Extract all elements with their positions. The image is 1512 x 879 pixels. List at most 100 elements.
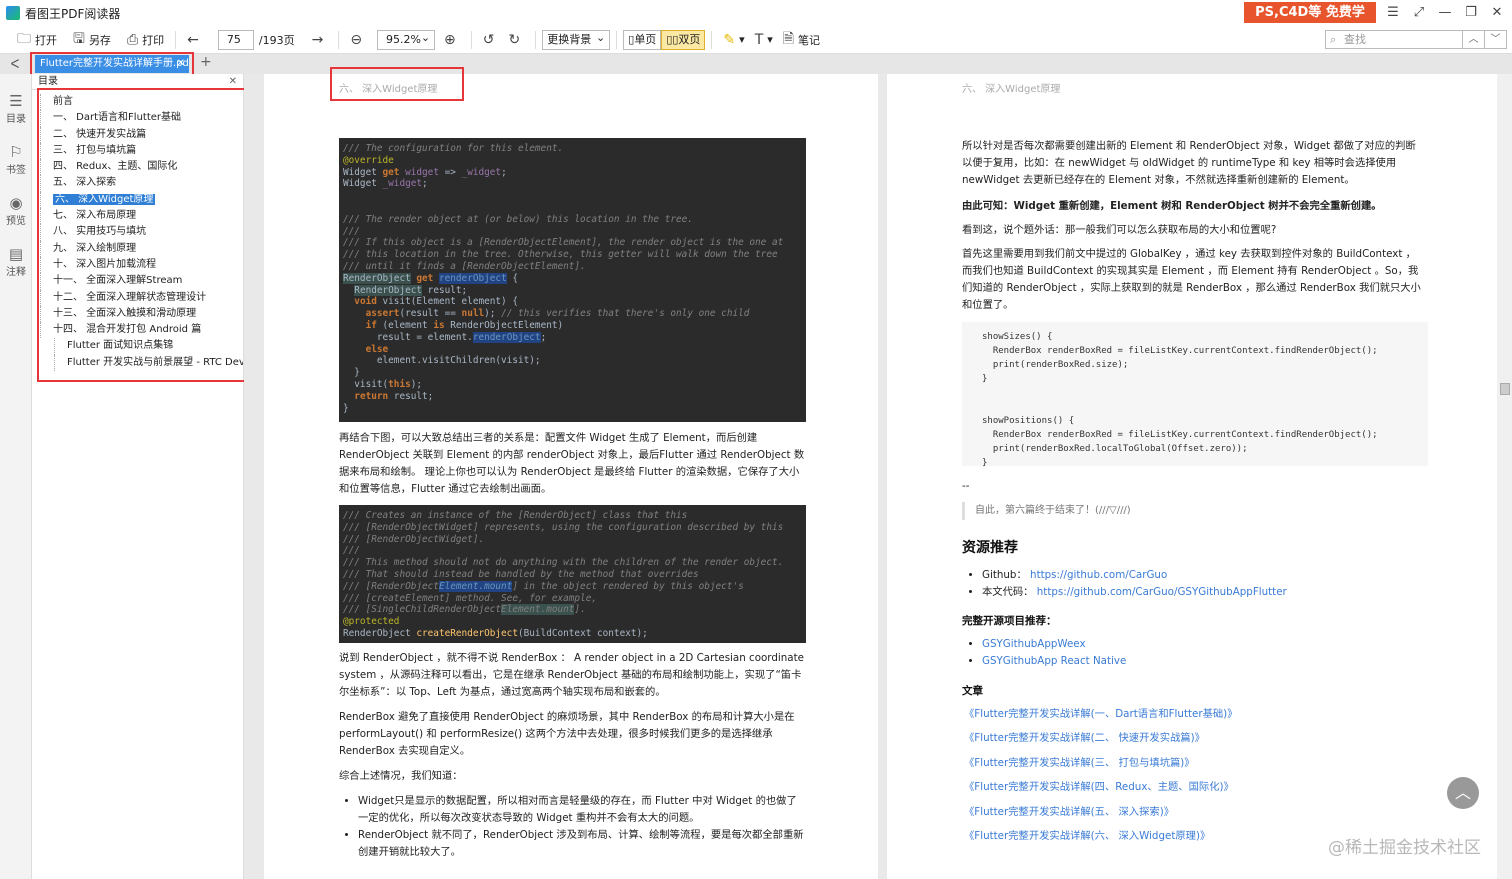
blockquote: 自此，第六篇终于结束了！(///▽///) [962, 502, 1131, 520]
zoom-select[interactable]: 95.2% [377, 29, 436, 50]
project-link[interactable]: GSYGithubApp React Native [982, 655, 1126, 667]
next-page-button[interactable]: → [307, 29, 333, 51]
bullet-list: Widget只是显示的数据配置，所以相对而言是轻量级的存在，而 Flutter … [346, 793, 804, 861]
sidebar-item-preview[interactable]: ◉ 预览 [0, 194, 32, 227]
double-page-button[interactable]: ▯▯ 双页 [661, 29, 706, 50]
sidebar-item-toc[interactable]: ☰ 目录 [0, 92, 32, 125]
toc-subitem[interactable]: Flutter 面试知识点集锦 [54, 338, 243, 355]
toc-item[interactable]: 前言 [40, 94, 243, 111]
zoom-out-button[interactable]: ⊖ [345, 29, 371, 51]
bookmark-icon: ⚐ [9, 143, 23, 161]
paragraph: 说到 RenderObject ，就不得不说 RenderBox ： A ren… [339, 652, 804, 698]
search-input[interactable]: ⌕ 查找 [1325, 30, 1463, 49]
toc-item[interactable]: 一、 Dart语言和Flutter基础 [40, 110, 243, 127]
note-icon: 🗎 [782, 30, 795, 47]
eye-icon: ◉ [9, 194, 23, 212]
minimize-icon[interactable]: — [1432, 0, 1458, 26]
code-block-show-sizes: showSizes() { RenderBox renderBoxRed = f… [962, 322, 1428, 468]
list-item: 本文代码： https://github.com/CarGuo/GSYGithu… [982, 584, 1420, 601]
resource-list: Github： https://github.com/CarGuo 本文代码： … [970, 567, 1420, 601]
toc-item[interactable]: 七、 深入布局原理 [40, 208, 243, 225]
page-number-input[interactable]: 75 [217, 29, 254, 50]
paragraph: RenderBox 避免了直接使用 RenderObject 的麻烦场景，其中 … [339, 711, 795, 757]
github-link[interactable]: https://github.com/CarGuo [1030, 569, 1167, 581]
sidebar-item-bookmarks[interactable]: ⚐ 书签 [0, 143, 32, 176]
zoom-in-button[interactable]: ⊕ [439, 29, 465, 51]
search-icon: ⌕ [1330, 33, 1337, 46]
paragraph: 再结合下图，可以大致总结出三者的关系是：配置文件 Widget 生成了 Elem… [339, 432, 805, 495]
toc-item[interactable]: 九、 深入绘制原理 [40, 240, 243, 257]
toc-icon: ☰ [9, 92, 23, 110]
collapse-sidebar-icon[interactable]: ᐸ [0, 57, 30, 71]
toc-item[interactable]: 三、 打包与填坑篇 [40, 142, 243, 160]
article-link[interactable]: 《Flutter完整开发实战详解(四、Redux、主题、国际化)》 [964, 775, 1424, 799]
scroll-to-top-icon[interactable]: ︿ [1447, 777, 1479, 809]
paragraph: 综合上述情况，我们知道： [339, 770, 463, 782]
background-select[interactable]: 更换背景 [542, 29, 611, 50]
toc-item[interactable]: 四、 Redux、主题、国际化 [40, 159, 243, 176]
toc-item[interactable]: 二、 快速开发实战篇 [40, 126, 243, 143]
save-as-button[interactable]: 🖫 另存 [68, 29, 116, 51]
paragraph: 首先这里需要用到我们前文中提过的 GlobalKey ，通过 key 去获取到控… [962, 248, 1421, 311]
toc-item[interactable]: 十、 深入图片加载流程 [40, 256, 243, 274]
close-toc-icon[interactable]: ✕ [229, 74, 237, 90]
open-button[interactable]: 🗀 打开 [12, 29, 62, 51]
toc-subitem[interactable]: Flutter 开发实战与前景展望 - RTC Dev M [54, 354, 243, 372]
scrollbar-thumb[interactable] [1500, 383, 1510, 395]
close-window-icon[interactable]: ✕ [1484, 0, 1510, 26]
maximize-icon[interactable]: ❐ [1458, 0, 1484, 26]
project-list: GSYGithubAppWeex GSYGithubApp React Nati… [970, 636, 1420, 670]
notes-button[interactable]: 🗎 笔记 [778, 29, 825, 51]
page-total: /193页 [258, 33, 295, 47]
code-block-create-render-object: /// Creates an instance of the [RenderOb… [339, 505, 806, 643]
close-tab-icon[interactable]: ✕ [177, 55, 185, 73]
arrow-right-icon: → [311, 31, 324, 48]
search-next-icon[interactable]: ﹀ [1485, 30, 1507, 49]
code-block-render-object: /// The configuration for this element. … [339, 138, 806, 422]
article-link[interactable]: 《Flutter完整开发实战详解(一、Dart语言和Flutter基础)》 [964, 702, 1424, 726]
toc-item[interactable]: 八、 实用技巧与填坑 [40, 224, 243, 241]
document-tab[interactable]: Flutter完整开发实战详解手册.pdf ✕ [35, 55, 189, 73]
tab-bar: ᐸ Flutter完整开发实战详解手册.pdf ✕ + [0, 54, 1512, 74]
vertical-scrollbar[interactable] [1497, 74, 1512, 879]
arrow-left-icon: ← [187, 31, 199, 48]
prev-page-button[interactable]: ← [182, 29, 208, 51]
chevron-down-icon: ▾ [767, 33, 773, 46]
single-page-button[interactable]: ▯ 单页 [623, 29, 662, 50]
sidebar-item-annotations[interactable]: ▤ 注释 [0, 245, 32, 278]
article-link[interactable]: 《Flutter完整开发实战详解(五、 深入探索)》 [964, 800, 1424, 824]
app-title: 看图王PDF阅读器 [25, 6, 121, 21]
window-controls: ☰ ⤢ — ❐ ✕ [1380, 0, 1510, 26]
text-tool-icon: T [754, 31, 764, 48]
toc-item[interactable]: 十三、 全面深入触摸和滑动原理 [40, 305, 243, 323]
separator-text: -- [962, 480, 970, 492]
toc-panel: 目录 ✕ 前言 一、 Dart语言和Flutter基础 二、 快速开发实战篇 三、… [32, 74, 244, 879]
text-tool-button[interactable]: T ▾ [750, 29, 778, 51]
add-tab-icon[interactable]: + [200, 54, 212, 70]
highlighter-icon: ✎ [723, 31, 736, 48]
print-button[interactable]: ⎙ 打印 [122, 29, 169, 51]
article-link[interactable]: 《Flutter完整开发实战详解(三、 打包与填坑篇)》 [964, 751, 1424, 775]
toc-item-expanded[interactable]: 十四、 混合开发打包 Android 篇 [40, 322, 243, 339]
toc-item[interactable]: 十一、 全面深入理解Stream [40, 273, 243, 290]
toc-item[interactable]: 十二、 全面深入理解状态管理设计 [40, 289, 243, 306]
rotate-ccw-icon: ↺ [482, 31, 495, 48]
list-item: GSYGithubAppWeex [982, 636, 1420, 653]
menu-icon[interactable]: ☰ [1380, 0, 1406, 26]
ad-banner[interactable]: PS,C4D等 免费学 [1244, 2, 1376, 23]
search-prev-icon[interactable]: ︿ [1463, 30, 1485, 49]
zoom-in-icon: ⊕ [444, 31, 456, 48]
article-link[interactable]: 《Flutter完整开发实战详解(二、 快速开发实战篇)》 [964, 726, 1424, 750]
toc-item[interactable]: 五、 深入探索 [40, 175, 243, 192]
project-link[interactable]: GSYGithubAppWeex [982, 638, 1086, 650]
list-item: Widget只是显示的数据配置，所以相对而言是轻量级的存在，而 Flutter … [358, 793, 804, 827]
highlight-button[interactable]: ✎ ▾ [718, 29, 749, 51]
fullscreen-icon[interactable]: ⤢ [1406, 0, 1432, 26]
chevron-down-icon: ▾ [739, 33, 745, 46]
code-link[interactable]: https://github.com/CarGuo/GSYGithubAppFl… [1037, 586, 1287, 598]
rotate-right-button[interactable]: ↻ [504, 29, 530, 51]
paragraph-bold: 由此可知：Widget 重新创建，Element 树和 RenderObject… [962, 200, 1382, 212]
heading-projects: 完整开源项目推荐： [962, 615, 1057, 627]
toc-item-selected[interactable]: 六、 深入Widget原理 [40, 191, 243, 209]
rotate-left-button[interactable]: ↺ [478, 29, 504, 51]
